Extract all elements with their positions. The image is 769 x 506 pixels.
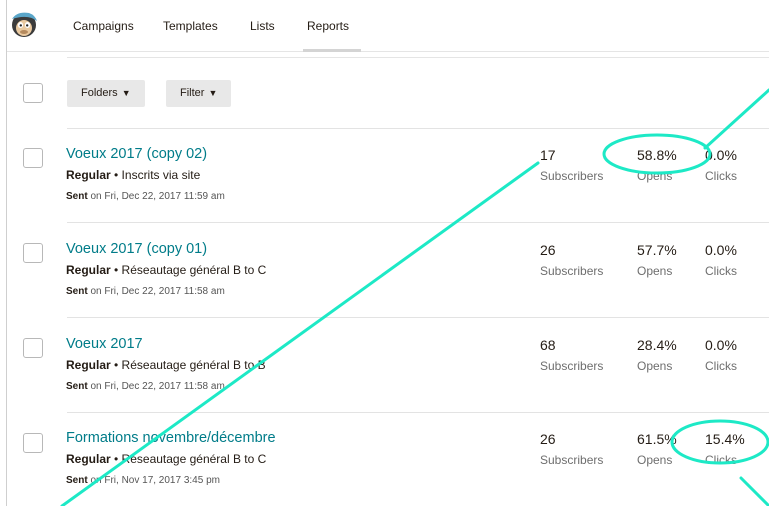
mailchimp-logo-icon[interactable] — [9, 9, 39, 39]
opens-label: Opens — [637, 264, 673, 278]
nav-reports[interactable]: Reports — [307, 19, 349, 33]
sent-date: on Fri, Dec 22, 2017 11:58 am — [87, 381, 225, 392]
subscribers-count: 68 — [540, 337, 556, 353]
chevron-down-icon: ▼ — [121, 88, 131, 98]
subscribers-count: 17 — [540, 147, 556, 163]
top-navigation: Campaigns Templates Lists Reports — [7, 0, 769, 52]
subscribers-count: 26 — [540, 431, 556, 447]
subscribers-count: 26 — [540, 242, 556, 258]
subscribers-label: Subscribers — [540, 359, 604, 373]
divider — [67, 57, 769, 58]
clicks-rate[interactable]: 0.0% — [705, 242, 737, 258]
clicks-label: Clicks — [705, 453, 737, 467]
nav-active-indicator — [303, 49, 361, 52]
campaign-type-label: Regular — [66, 452, 111, 466]
campaign-type: Regular • Réseautage général B to C — [66, 452, 266, 466]
sent-date: on Fri, Dec 22, 2017 11:59 am — [87, 191, 225, 202]
sent-label: Sent — [66, 286, 88, 297]
subscribers-label: Subscribers — [540, 453, 604, 467]
divider — [67, 412, 769, 413]
campaign-title-link[interactable]: Formations novembre/décembre — [66, 430, 276, 446]
clicks-label: Clicks — [705, 169, 737, 183]
nav-templates[interactable]: Templates — [163, 19, 218, 33]
sent-label: Sent — [66, 191, 88, 202]
select-all-checkbox[interactable] — [23, 83, 43, 103]
campaign-type: Regular • Réseautage général B to C — [66, 263, 266, 277]
reports-page: Campaigns Templates Lists Reports Folder… — [6, 0, 769, 506]
campaign-sent-date: Sent on Fri, Dec 22, 2017 11:58 am — [66, 381, 225, 392]
opens-rate[interactable]: 57.7% — [637, 242, 677, 258]
nav-campaigns[interactable]: Campaigns — [73, 19, 134, 33]
campaign-type-label: Regular — [66, 358, 111, 372]
campaign-sent-date: Sent on Fri, Dec 22, 2017 11:58 am — [66, 286, 225, 297]
divider — [67, 317, 769, 318]
campaign-type: Regular • Réseautage général B to B — [66, 358, 266, 372]
filter-button-label: Filter — [180, 87, 205, 99]
campaign-list: • Réseautage général B to C — [110, 452, 267, 466]
campaign-type: Regular • Inscrits via site — [66, 168, 200, 182]
campaign-list: • Réseautage général B to B — [110, 358, 266, 372]
clicks-rate[interactable]: 15.4% — [705, 431, 745, 447]
sent-label: Sent — [66, 475, 88, 486]
campaign-list: • Inscrits via site — [110, 168, 201, 182]
subscribers-label: Subscribers — [540, 169, 604, 183]
campaign-list: • Réseautage général B to C — [110, 263, 267, 277]
campaign-type-label: Regular — [66, 168, 111, 182]
opens-label: Opens — [637, 169, 673, 183]
folders-button[interactable]: Folders ▼ — [67, 80, 145, 107]
sent-date: on Fri, Nov 17, 2017 3:45 pm — [87, 475, 220, 486]
clicks-rate[interactable]: 0.0% — [705, 147, 737, 163]
campaign-title-link[interactable]: Voeux 2017 (copy 02) — [66, 146, 207, 162]
campaign-title-link[interactable]: Voeux 2017 — [66, 336, 143, 352]
subscribers-label: Subscribers — [540, 264, 604, 278]
opens-rate[interactable]: 58.8% — [637, 147, 677, 163]
sent-date: on Fri, Dec 22, 2017 11:58 am — [87, 286, 225, 297]
campaign-sent-date: Sent on Fri, Dec 22, 2017 11:59 am — [66, 191, 225, 202]
clicks-label: Clicks — [705, 264, 737, 278]
opens-rate[interactable]: 61.5% — [637, 431, 677, 447]
campaign-type-label: Regular — [66, 263, 111, 277]
campaign-row: Formations novembre/décembre Regular • R… — [7, 430, 769, 506]
campaign-title-link[interactable]: Voeux 2017 (copy 01) — [66, 241, 207, 257]
divider — [67, 222, 769, 223]
sent-label: Sent — [66, 381, 88, 392]
clicks-label: Clicks — [705, 359, 737, 373]
opens-label: Opens — [637, 453, 673, 467]
nav-lists[interactable]: Lists — [250, 19, 275, 33]
clicks-rate[interactable]: 0.0% — [705, 337, 737, 353]
folders-button-label: Folders — [81, 87, 118, 99]
chevron-down-icon: ▼ — [208, 88, 218, 98]
divider — [67, 128, 769, 129]
opens-rate[interactable]: 28.4% — [637, 337, 677, 353]
opens-label: Opens — [637, 359, 673, 373]
filter-button[interactable]: Filter ▼ — [166, 80, 232, 107]
campaign-sent-date: Sent on Fri, Nov 17, 2017 3:45 pm — [66, 475, 220, 486]
